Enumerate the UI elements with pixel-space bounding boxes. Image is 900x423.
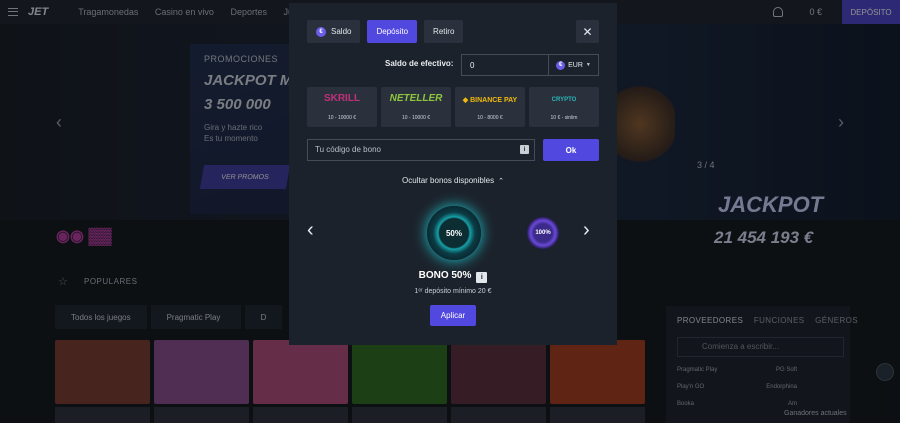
tab-balance-label: Saldo <box>331 27 352 36</box>
payment-range: 10 - 8000 € <box>477 115 503 121</box>
payment-methods: SKRILL 10 - 10000 € NETELLER 10 - 10000 … <box>307 87 599 127</box>
binance-pay-logo: ◆ BINANCE PAY <box>462 97 518 104</box>
chevron-left-icon[interactable]: ‹ <box>307 219 314 242</box>
cashier-modal: € Saldo Depósito Retiro ✕ Saldo de efect… <box>289 3 617 345</box>
payment-range: 10 € - sinlim <box>550 115 578 121</box>
hide-bonuses-toggle[interactable]: Ocultar bonos disponibles ⌃ <box>289 176 617 185</box>
tab-balance[interactable]: € Saldo <box>307 20 361 43</box>
apply-button[interactable]: Aplicar <box>430 305 476 326</box>
close-icon[interactable]: ✕ <box>576 20 599 43</box>
cash-balance-field: 0 € EUR ▼ <box>461 54 599 76</box>
tab-deposit[interactable]: Depósito <box>367 20 418 43</box>
payment-method-binance-pay[interactable]: ◆ BINANCE PAY 10 - 8000 € <box>455 87 525 127</box>
page: JET Tragamonedas Casino en vivo Deportes… <box>0 0 900 423</box>
currency-select[interactable]: € EUR ▼ <box>548 55 598 75</box>
info-icon[interactable]: i <box>476 272 488 283</box>
currency-value: EUR <box>568 61 583 69</box>
bonus-code-input[interactable]: Tu código de bono <box>307 139 535 161</box>
payment-method-neteller[interactable]: NETELLER 10 - 10000 € <box>381 87 451 127</box>
caret-down-icon: ▼ <box>585 62 591 68</box>
bonus-badge-selected[interactable]: 50% <box>427 206 481 260</box>
payment-range: 10 - 10000 € <box>327 115 357 121</box>
payment-method-skrill[interactable]: SKRILL 10 - 10000 € <box>307 87 377 127</box>
euro-coin-icon: € <box>556 60 566 70</box>
hide-bonuses-label: Ocultar bonos disponibles <box>402 176 495 185</box>
bonus-title-text: BONO 50% <box>418 270 472 281</box>
tab-withdraw[interactable]: Retiro <box>424 20 464 43</box>
bonus-badge[interactable]: 100% <box>527 217 559 249</box>
crypto-logo: CRYPTO <box>551 97 577 103</box>
chevron-right-icon[interactable]: › <box>583 219 590 242</box>
cash-amount-input[interactable]: 0 <box>462 61 548 70</box>
cash-balance-label: Saldo de efectivo: <box>385 59 454 68</box>
cashier-tabs: € Saldo Depósito Retiro <box>307 20 464 43</box>
info-icon[interactable]: i <box>520 145 529 154</box>
ok-button[interactable]: Ok <box>543 139 599 161</box>
bonus-title: BONO 50% i <box>289 270 617 283</box>
euro-coin-icon: € <box>316 26 326 37</box>
skrill-logo: SKRILL <box>323 93 361 104</box>
payment-range: 10 - 10000 € <box>401 115 431 121</box>
neteller-logo: NETELLER <box>389 93 443 104</box>
chevron-up-icon: ⌃ <box>498 178 504 185</box>
bonus-minimum: 1ᵉʳ depósito mínimo 20 € <box>414 288 492 295</box>
payment-method-crypto[interactable]: CRYPTO 10 € - sinlim <box>529 87 599 127</box>
